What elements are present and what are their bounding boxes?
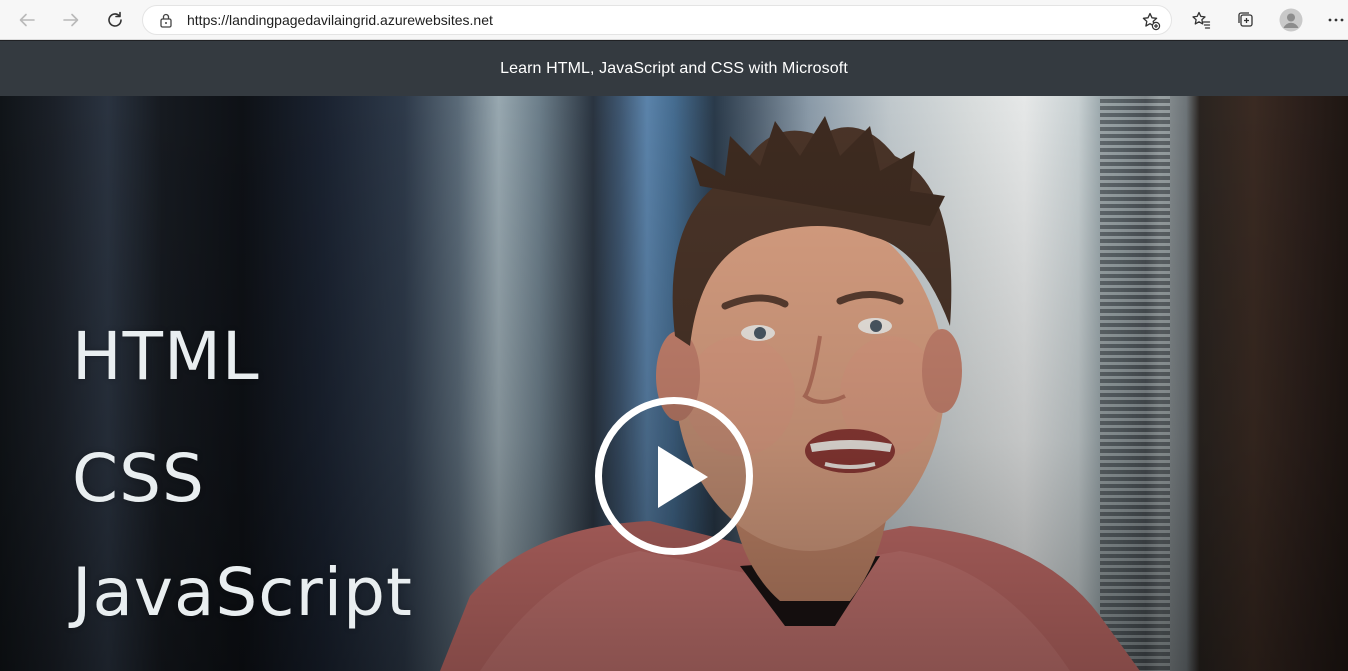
play-icon [658,446,708,508]
collections-icon [1238,12,1253,27]
ellipsis-icon [1328,18,1344,22]
page-title: Learn HTML, JavaScript and CSS with Micr… [500,59,848,77]
forward-button[interactable] [55,4,87,36]
back-button[interactable] [11,4,43,36]
profile-icon [1279,8,1303,32]
video-player[interactable]: HTML CSS JavaScript [0,96,1348,671]
url-text[interactable]: https://landingpagedavilaingrid.azureweb… [187,6,493,34]
page-header: Learn HTML, JavaScript and CSS with Micr… [0,41,1348,96]
refresh-button[interactable] [99,4,131,36]
arrow-right-icon [63,13,79,27]
refresh-icon [108,11,122,27]
video-caption-line: JavaScript [72,554,413,631]
favorites-icon [1192,11,1211,29]
favorites-button[interactable] [1185,4,1217,36]
settings-menu-button[interactable] [1320,4,1348,36]
browser-toolbar: https://landingpagedavilaingrid.azureweb… [0,0,1348,40]
collections-button[interactable] [1229,4,1261,36]
profile-button[interactable] [1275,4,1307,36]
star-add-icon[interactable] [1141,11,1161,31]
arrow-left-icon [19,13,35,27]
video-caption-line: HTML [72,318,260,395]
play-button[interactable] [595,397,753,555]
lock-icon[interactable] [158,12,174,28]
video-caption-line: CSS [72,440,205,517]
address-bar[interactable]: https://landingpagedavilaingrid.azureweb… [142,5,1172,35]
